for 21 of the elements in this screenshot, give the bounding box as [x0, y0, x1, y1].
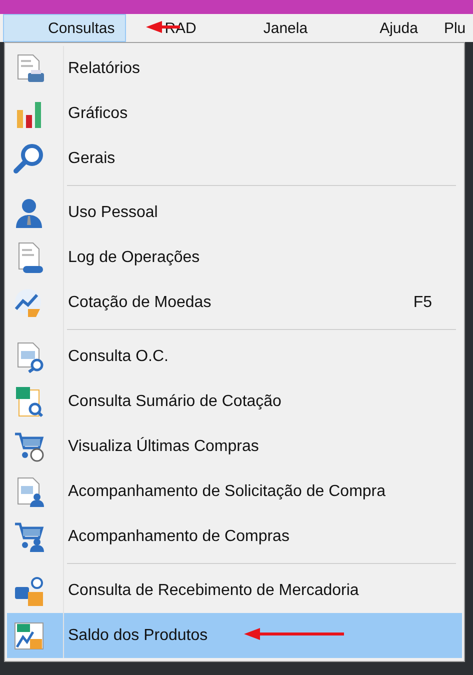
cart-clock-icon [13, 430, 45, 462]
cart-person-icon [13, 520, 45, 552]
menu-item[interactable]: Consulta Sumário de Cotação [7, 379, 462, 424]
menu-item[interactable]: Cotação de Moedas F5 [7, 280, 462, 325]
menu-item[interactable]: Acompanhamento de Solicitação de Compra [7, 469, 462, 514]
menu-item[interactable]: Gráficos [7, 91, 462, 136]
menu-bar-item[interactable]: Janela [207, 14, 319, 42]
person-icon [13, 196, 45, 228]
menu-item[interactable]: Relatórios [7, 46, 462, 91]
menu-bar-item[interactable]: Plu [428, 14, 469, 42]
menu-item[interactable]: Gerais [7, 136, 462, 181]
menu-item[interactable]: Saldo dos Produtos [7, 613, 462, 658]
menu-bar-item[interactable]: Ajuda [318, 14, 429, 42]
menu-item[interactable]: Log de Operações [7, 235, 462, 280]
menu-item[interactable]: Consulta de Recebimento de Mercadoria [7, 568, 462, 613]
menu-item[interactable]: Consulta O.C. [7, 334, 462, 379]
search-icon [13, 142, 45, 174]
menu-item[interactable]: Uso Pessoal [7, 190, 462, 235]
menu-item[interactable]: Acompanhamento de Compras [7, 514, 462, 559]
menu-bar-item[interactable]: Consultas [3, 14, 126, 42]
menu-item[interactable]: Visualiza Últimas Compras [7, 424, 462, 469]
